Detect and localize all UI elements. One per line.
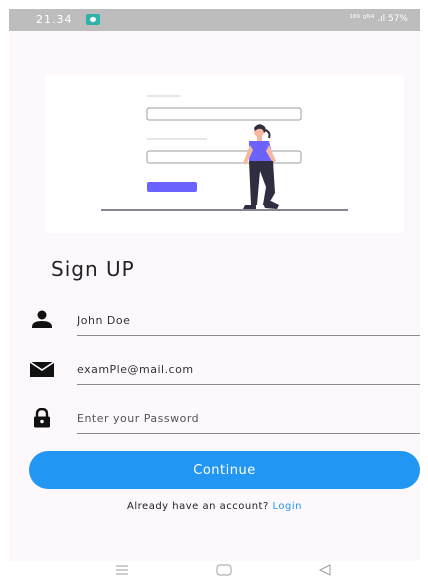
navigation-bar [0, 561, 428, 581]
password-field-row [29, 400, 420, 440]
person-icon [32, 310, 52, 328]
lock-icon [34, 408, 50, 428]
signup-illustration [45, 75, 404, 233]
login-prompt-text: Already have an account? [127, 501, 273, 512]
email-field-row [29, 351, 420, 391]
notification-icon [86, 14, 100, 25]
status-indicators: ¹⁶⁹ ᵍᴺ⁴ .ıl 57% [349, 14, 408, 24]
password-input[interactable] [77, 400, 420, 434]
name-field-row [29, 302, 420, 342]
status-bar: 21.34 ¹⁶⁹ ᵍᴺ⁴ .ıl 57% [9, 9, 420, 31]
menu-icon[interactable] [115, 564, 129, 576]
signup-screen: Sign UP Continue Already have an account… [9, 31, 420, 561]
status-time: 21.34 [36, 13, 73, 26]
home-icon[interactable] [216, 564, 232, 576]
back-icon[interactable] [318, 564, 332, 576]
continue-button[interactable]: Continue [29, 451, 420, 489]
email-input[interactable] [77, 351, 420, 385]
name-input[interactable] [77, 302, 420, 336]
login-link[interactable]: Login [272, 501, 301, 512]
page-title: Sign UP [51, 257, 135, 281]
signup-illustration-icon [101, 95, 348, 211]
login-prompt: Already have an account? Login [9, 501, 420, 512]
envelope-icon [29, 361, 55, 377]
